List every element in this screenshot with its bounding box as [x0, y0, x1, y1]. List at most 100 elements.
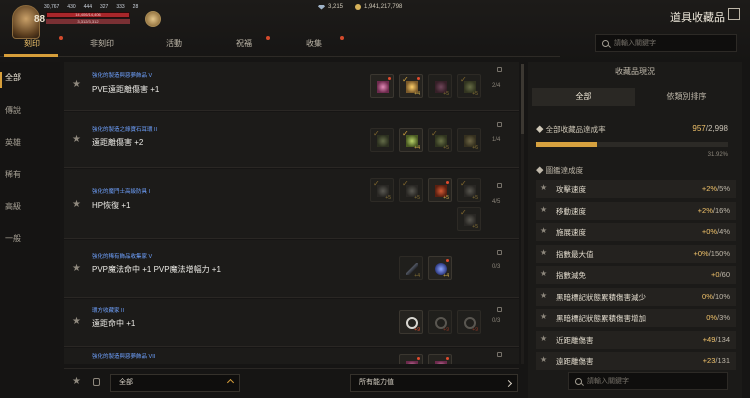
favorite-star-icon[interactable]: ★: [540, 205, 547, 214]
stat-row[interactable]: ★ 近距離傷害 +49/134: [536, 330, 736, 349]
collection-row[interactable]: ★ 強化的魔門士高級防具 I HP恢復 +1 ✓ +5 ✓ +5 +5 ✓ +5 ✓ +…: [64, 169, 519, 239]
favorite-filter-star-icon[interactable]: ★: [72, 376, 81, 387]
section-label-text: 圖鑑達成度: [545, 166, 584, 175]
item-slot[interactable]: +6: [457, 128, 481, 152]
item-slot[interactable]: ✓: [370, 128, 394, 152]
favorite-star-icon[interactable]: ★: [540, 312, 547, 321]
item-slot[interactable]: +9: [428, 310, 452, 334]
rarity-filter-dropdown[interactable]: 全部: [110, 374, 240, 392]
stat-name: 黑暗標記狀態累積傷害減少: [556, 292, 646, 302]
lock-icon: [497, 67, 502, 72]
item-slot[interactable]: ✓ +4: [399, 74, 423, 98]
item-slot[interactable]: [399, 354, 423, 364]
search-input[interactable]: 請輸入關鍵字: [595, 34, 737, 52]
favorite-star-icon[interactable]: ★: [540, 334, 547, 343]
item-slot[interactable]: ✓ +5: [399, 178, 423, 202]
collection-row[interactable]: ★ 強化的稀有飾品收集家 V PVP魔法命中 +1 PVP魔法增幅力 +1 +4…: [64, 240, 519, 298]
collection-row[interactable]: ★ 強化的製造之綠寶石耳環 II 遠距離傷害 +2 ✓ ✓ +4 ✓ +5 +6 1…: [64, 112, 519, 168]
enhance-level: +4: [414, 91, 420, 97]
tab-collect[interactable]: 收集: [290, 34, 338, 54]
sidebar-item-rare[interactable]: 稀有: [5, 169, 21, 180]
item-slot[interactable]: ✓ +5: [457, 74, 481, 98]
panel-tab-sort[interactable]: 依類別排序: [635, 88, 738, 106]
collection-effect: 遠距離傷害 +2: [92, 138, 144, 147]
collection-row[interactable]: ★ 環方收藏家 II 遠距命中 +1 +9 +9 +9 0/3: [64, 299, 519, 347]
item-slot[interactable]: +4: [399, 256, 423, 280]
panel-search-input[interactable]: 請輸入關鍵字: [568, 372, 728, 390]
section-heading: ◆ 圖鑑達成度: [536, 166, 584, 175]
check-icon: ✓: [373, 129, 380, 138]
check-icon: ✓: [402, 129, 409, 138]
stat-name: 攻擊速度: [556, 185, 586, 194]
favorite-star-icon[interactable]: ★: [540, 183, 547, 192]
list-scrollbar[interactable]: [521, 64, 524, 364]
lock-icon: [497, 250, 502, 255]
tab-event[interactable]: 活動: [150, 34, 198, 54]
stat-value: 28: [132, 4, 139, 10]
stat-row[interactable]: ★ 黑暗標記狀態累積傷害增加 0%/3%: [536, 309, 736, 327]
scroll-thumb[interactable]: [521, 64, 524, 134]
completion-percent: 31.92%: [707, 152, 728, 158]
sidebar-item-advanced[interactable]: 高級: [5, 201, 21, 212]
collection-count: 0/3: [492, 264, 501, 270]
check-icon: ✓: [460, 179, 467, 188]
stat-row[interactable]: ★ 黑暗標記狀態累積傷害減少 0%/10%: [536, 287, 736, 306]
collection-row[interactable]: 強化的製造與惡夢飾品 VII: [64, 348, 519, 364]
chevron-up-icon: [226, 378, 235, 387]
enhance-level: +5: [414, 195, 420, 201]
favorite-star-icon[interactable]: ★: [72, 79, 81, 90]
item-slot[interactable]: +9: [457, 310, 481, 334]
favorite-star-icon[interactable]: ★: [540, 355, 547, 364]
stat-row[interactable]: ★ 遠距離傷害 +23/131: [536, 352, 736, 370]
sidebar-item-all[interactable]: 全部: [5, 72, 21, 83]
item-slot[interactable]: +4: [428, 256, 452, 280]
item-slot[interactable]: ✓ +4: [399, 128, 423, 152]
favorite-star-icon[interactable]: ★: [72, 263, 81, 274]
tab-blessing[interactable]: 祝福: [220, 34, 268, 54]
stat-value: +2%/16%: [697, 205, 730, 215]
alert-dot: [388, 77, 391, 80]
favorite-star-icon[interactable]: ★: [72, 199, 81, 210]
sidebar-item-normal[interactable]: 一般: [5, 233, 21, 244]
item-slot[interactable]: ✓ +5: [457, 178, 481, 202]
tab-non-engraved[interactable]: 非刻印: [78, 34, 126, 54]
collection-row[interactable]: ★ 強化的製造與惡夢飾品 V PVE遠距離傷害 +1 ✓ +4 +5 ✓ +5 2/…: [64, 62, 519, 111]
favorite-star-icon[interactable]: ★: [540, 269, 547, 278]
guild-emblem-icon[interactable]: [145, 11, 161, 27]
favorite-star-icon[interactable]: ★: [540, 248, 547, 257]
panel-tab-all[interactable]: 全部: [532, 88, 635, 106]
favorite-star-icon[interactable]: ★: [72, 316, 81, 327]
item-collection-window: { "player": { "level": "88", "stats": ["…: [0, 0, 750, 398]
stat-row[interactable]: ★ 施展速度 +0%/4%: [536, 223, 736, 241]
stat-row[interactable]: ★ 指數減免 +0/60: [536, 266, 736, 284]
lock-filter-icon[interactable]: [93, 378, 100, 386]
alert-dot: [417, 77, 420, 80]
sidebar-item-hero[interactable]: 英雄: [5, 137, 21, 148]
stat-row[interactable]: ★ 攻擊速度 +2%/5%: [536, 180, 736, 198]
stat-value: 444: [83, 4, 92, 10]
item-slot[interactable]: ✓ +5: [428, 128, 452, 152]
collection-category: 強化的製造之綠寶石耳環 II: [92, 127, 158, 133]
tab-notification-dot: [59, 36, 63, 40]
enhance-level: +5: [472, 224, 478, 230]
item-slot[interactable]: ✓ +5: [370, 178, 394, 202]
item-slot[interactable]: [428, 354, 452, 364]
item-slot[interactable]: +5: [428, 178, 452, 202]
window-toggle-button[interactable]: [728, 8, 740, 20]
check-icon: ✓: [402, 75, 409, 84]
stat-filter-dropdown[interactable]: 所有能力值: [350, 374, 518, 392]
window-title: 道具收藏品: [670, 12, 725, 24]
item-slot[interactable]: +5: [428, 74, 452, 98]
favorite-star-icon[interactable]: ★: [540, 291, 547, 300]
tab-engraved[interactable]: 刻印: [10, 34, 54, 54]
check-icon: ✓: [373, 179, 380, 188]
item-slot[interactable]: [370, 74, 394, 98]
favorite-star-icon[interactable]: ★: [72, 134, 81, 145]
stat-row[interactable]: ★ 移動速度 +2%/16%: [536, 201, 736, 220]
search-placeholder: 請輸入關鍵字: [614, 40, 656, 47]
item-slot[interactable]: ✓ +5: [457, 207, 481, 231]
sidebar-item-legend[interactable]: 傳說: [5, 105, 21, 116]
favorite-star-icon[interactable]: ★: [540, 226, 547, 235]
item-slot[interactable]: +9: [399, 310, 423, 334]
stat-row[interactable]: ★ 指數最大值 +0%/150%: [536, 244, 736, 263]
